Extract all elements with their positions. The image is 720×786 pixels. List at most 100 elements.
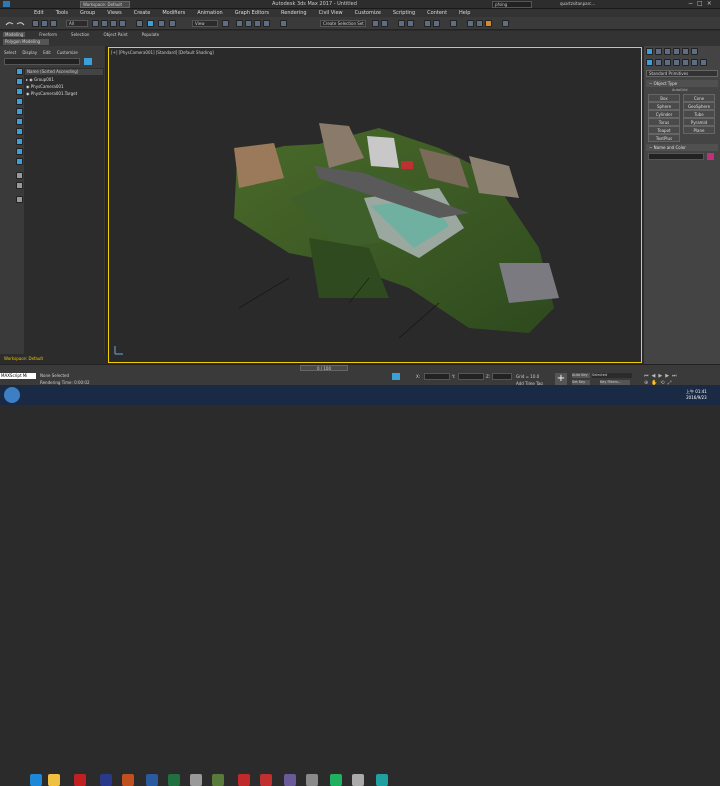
menu-item[interactable]: Civil View <box>319 10 343 16</box>
align-icon[interactable] <box>381 20 388 27</box>
space-warps-icon[interactable] <box>16 128 23 135</box>
selection-set-dropdown[interactable]: Create Selection Set <box>320 20 366 27</box>
window-controls[interactable]: −□× <box>688 0 720 9</box>
app-3dsmax-icon[interactable] <box>74 774 86 786</box>
lights-icon[interactable] <box>16 98 23 105</box>
ribbon-tab[interactable]: Object Paint <box>103 32 127 37</box>
lights-category-icon[interactable] <box>664 59 671 66</box>
bind-icon[interactable] <box>50 20 57 27</box>
ribbon-tab[interactable]: Freeform <box>39 32 57 37</box>
schematic-view-icon[interactable] <box>433 20 440 27</box>
filter-icon[interactable] <box>84 58 92 65</box>
tree-column-header[interactable]: Name (Sorted Ascending) <box>25 69 103 75</box>
add-key-icon[interactable]: + <box>555 373 567 385</box>
menu-item[interactable]: Rendering <box>281 10 307 16</box>
window-crossing-icon[interactable] <box>119 20 126 27</box>
menu-item[interactable]: Views <box>107 10 121 16</box>
rect-region-icon[interactable] <box>110 20 117 27</box>
helpers-category-icon[interactable] <box>682 59 689 66</box>
primitive-button[interactable]: Cylinder <box>648 110 680 118</box>
display-none-icon[interactable] <box>16 172 23 179</box>
menu-item[interactable]: Create <box>134 10 151 16</box>
mirror-icon[interactable] <box>372 20 379 27</box>
shapes-category-icon[interactable] <box>655 59 662 66</box>
primitive-button[interactable]: Pyramid <box>683 118 715 126</box>
app-3ds-icon[interactable] <box>376 774 388 786</box>
rendered-frame-icon[interactable] <box>476 20 483 27</box>
place-icon[interactable] <box>169 20 176 27</box>
primitive-button[interactable]: Plane <box>683 126 715 134</box>
create-tab-icon[interactable] <box>646 48 653 55</box>
excel-icon[interactable] <box>168 774 180 786</box>
menu-item[interactable]: Modifiers <box>162 10 185 16</box>
start-button-icon[interactable] <box>4 387 20 403</box>
primitive-button[interactable]: Tube <box>683 110 715 118</box>
menu-item[interactable]: Edit <box>34 10 44 16</box>
app-icon[interactable] <box>212 774 224 786</box>
key-mode-dropdown[interactable]: Selected <box>592 373 632 378</box>
menu-item[interactable]: Tools <box>56 10 68 16</box>
reference-coord-dropdown[interactable]: View <box>192 20 218 27</box>
scene-search-input[interactable] <box>4 58 80 65</box>
move-icon[interactable] <box>136 20 143 27</box>
render-teapot-icon[interactable] <box>485 20 492 27</box>
snap-icon[interactable] <box>236 20 243 27</box>
absolute-mode-icon[interactable] <box>392 373 400 380</box>
invert-icon[interactable] <box>16 182 23 189</box>
primitive-type-dropdown[interactable]: Standard Primitives <box>646 70 718 77</box>
groups-icon[interactable] <box>16 138 23 145</box>
bones-icon[interactable] <box>16 158 23 165</box>
tree-item[interactable]: ▸ ◉ Group001 <box>26 77 54 82</box>
ribbon-tab[interactable]: Selection <box>71 32 89 37</box>
explorer-menu-item[interactable]: Display <box>22 50 37 55</box>
explorer-menu-item[interactable]: Edit <box>43 50 51 55</box>
primitive-button[interactable]: Box <box>648 94 680 102</box>
ribbon-tab[interactable]: Populate <box>142 32 159 37</box>
primitive-button[interactable]: Teapot <box>648 126 680 134</box>
maxscript-listener[interactable]: MAXScript Mi <box>0 373 36 379</box>
undo-redo-icons[interactable] <box>4 20 28 28</box>
utilities-tab-icon[interactable] <box>691 48 698 55</box>
playback-controls[interactable]: ⏮◀▶▶⏭ <box>644 373 718 379</box>
scale-icon[interactable] <box>158 20 165 27</box>
material-editor-icon[interactable] <box>450 20 457 27</box>
toggle-scene-explorer-icon[interactable] <box>398 20 405 27</box>
options-icon[interactable] <box>16 196 23 203</box>
time-slider[interactable]: 0 / 100 <box>300 365 348 371</box>
primitive-button[interactable]: Torus <box>648 118 680 126</box>
explorer-icon[interactable] <box>48 774 60 786</box>
explorer-menu-item[interactable]: Customize <box>57 50 78 55</box>
menu-item[interactable]: Graph Editors <box>235 10 269 16</box>
app-icon[interactable] <box>284 774 296 786</box>
x-coord-input[interactable] <box>424 373 450 380</box>
name-color-rollout[interactable]: − Name and Color <box>646 144 718 151</box>
photoshop-icon[interactable] <box>100 774 112 786</box>
tree-item[interactable]: ◉ PhysCamera001 <box>26 84 102 89</box>
layer-explorer-icon[interactable] <box>407 20 414 27</box>
auto-key-button[interactable]: Auto Key <box>572 373 590 378</box>
workspace-dropdown[interactable]: Workspace: Default <box>80 1 130 8</box>
powerpoint-icon[interactable] <box>122 774 134 786</box>
link-icon[interactable] <box>32 20 39 27</box>
spinner-snap-icon[interactable] <box>263 20 270 27</box>
display-tab-icon[interactable] <box>682 48 689 55</box>
object-color-swatch[interactable] <box>707 153 714 160</box>
geometry-icon[interactable] <box>16 78 23 85</box>
spacewarps-category-icon[interactable] <box>691 59 698 66</box>
edit-named-selection-icon[interactable] <box>280 20 287 27</box>
motion-tab-icon[interactable] <box>673 48 680 55</box>
app-icon[interactable] <box>190 774 202 786</box>
primitive-button[interactable]: TextPlus <box>648 134 680 142</box>
app-icon[interactable] <box>3 1 10 7</box>
primitive-button[interactable]: Cone <box>683 94 715 102</box>
shapes-icon[interactable] <box>16 88 23 95</box>
autogrid-checkbox[interactable]: AutoGrid <box>672 88 687 92</box>
xrefs-icon[interactable] <box>16 148 23 155</box>
z-coord-input[interactable] <box>492 373 512 380</box>
selection-filter-dropdown[interactable]: All <box>66 20 88 27</box>
menu-item[interactable]: Content <box>427 10 447 16</box>
word-icon[interactable] <box>146 774 158 786</box>
y-coord-input[interactable] <box>458 373 484 380</box>
geometry-category-icon[interactable] <box>646 59 653 66</box>
primitive-button[interactable]: GeoSphere <box>683 102 715 110</box>
